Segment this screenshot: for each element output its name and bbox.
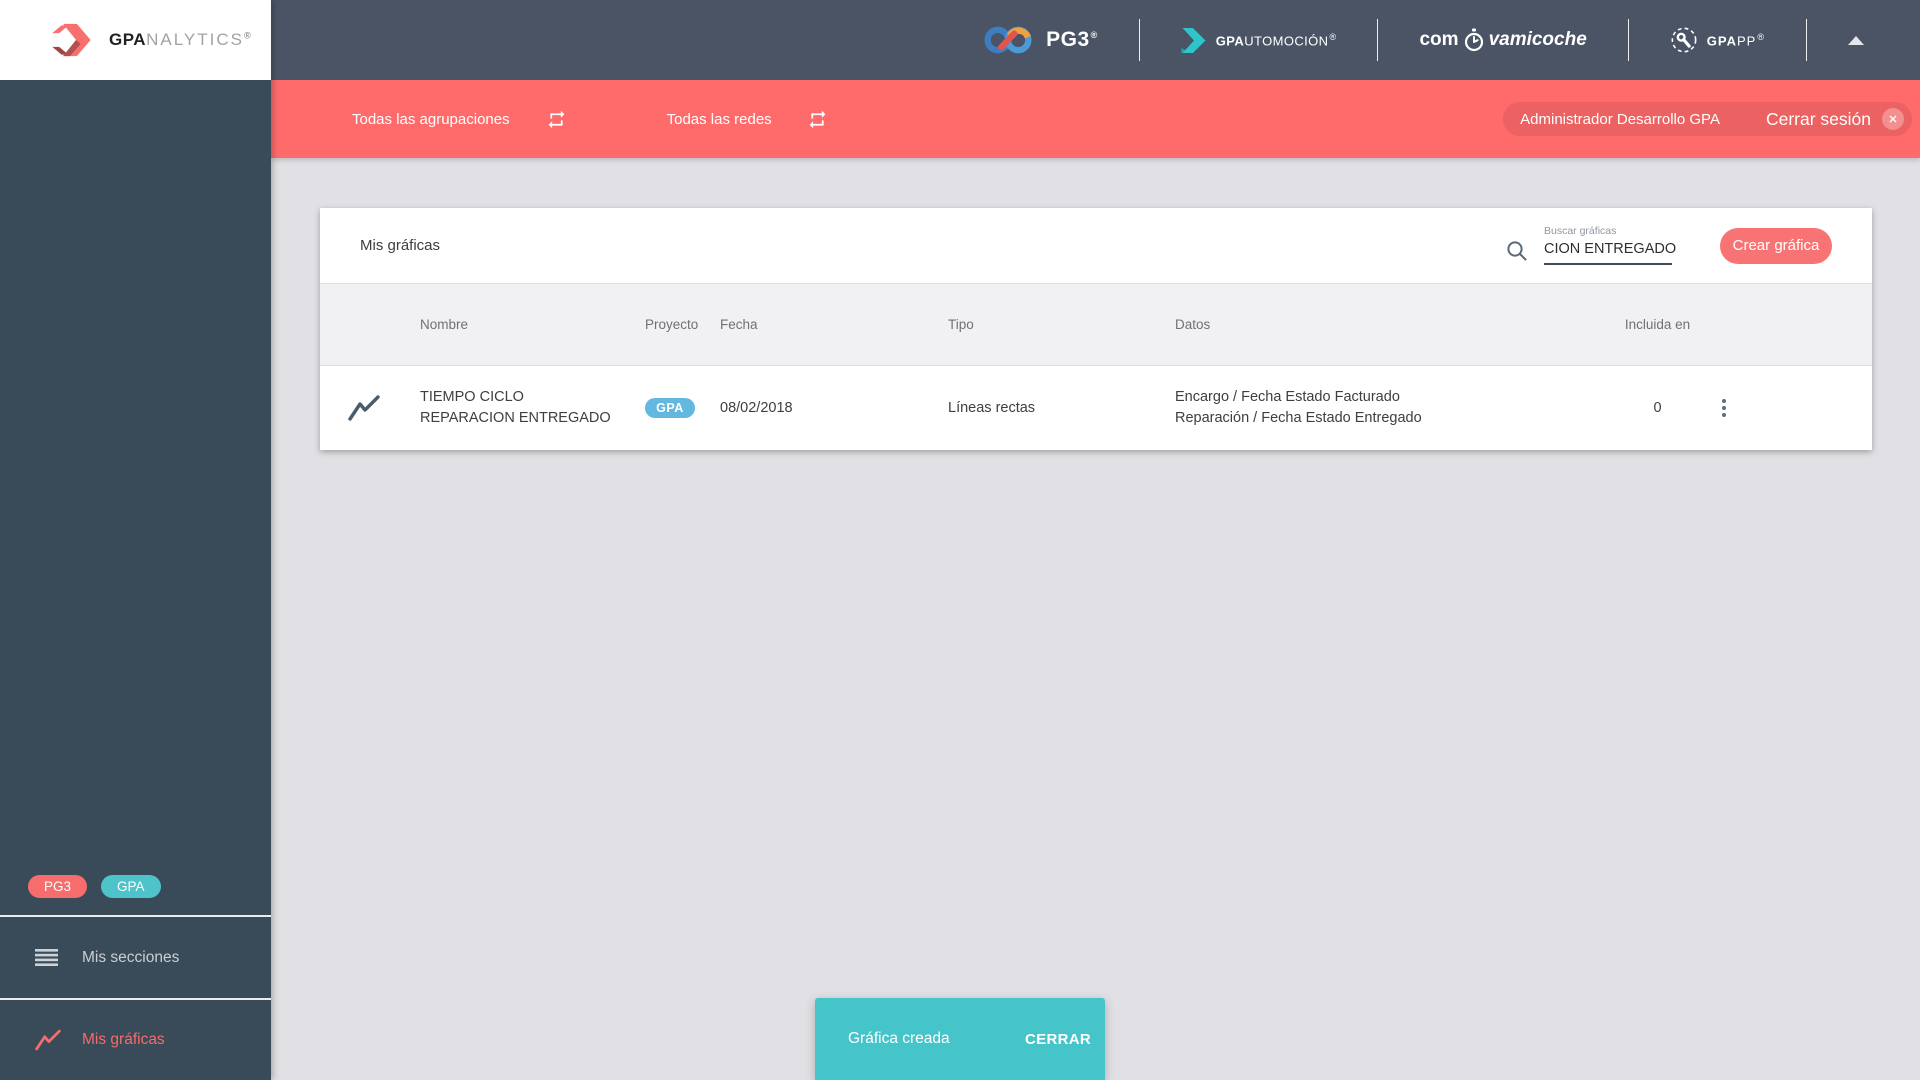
toast-message: Gráfica creada	[848, 1030, 950, 1047]
row-data-line1: Encargo / Fecha Estado Facturado	[1175, 388, 1400, 405]
row-included-cell: 0	[1653, 400, 1662, 416]
page-title: Mis gráficas	[360, 237, 441, 254]
current-user-label: Administrador Desarrollo GPA	[1520, 110, 1720, 128]
row-name-cell: TIEMPO CICLO REPARACION ENTREGADO	[420, 388, 611, 426]
logout-close-icon[interactable]: ✕	[1882, 108, 1904, 130]
gpapp-wordmark: GPAPP®	[1706, 31, 1765, 49]
brand-gpautomocion: GPAUTOMOCIÓN®	[1181, 27, 1337, 53]
sidebar-item-label: Mis gráficas	[82, 1031, 165, 1048]
sidebar-item-mis-secciones[interactable]: Mis secciones	[0, 917, 271, 998]
search-field-label: Buscar gráficas	[1544, 224, 1617, 237]
gpautomocion-arrow-icon	[1181, 27, 1206, 53]
row-actions-cell	[1715, 393, 1872, 423]
brand-gpapp: GPAPP®	[1670, 26, 1765, 54]
col-header-incluida-en: Incluida en	[1624, 317, 1691, 332]
search-icon	[1506, 240, 1528, 262]
row-type-cell	[320, 395, 420, 421]
topbar-divider	[1627, 19, 1629, 61]
gpanalytics-logo: GPANALYTICS®	[0, 0, 271, 80]
card-header-actions: Buscar gráficas CION ENTREGADO Crear grá…	[1506, 225, 1872, 265]
search-input[interactable]: CION ENTREGADO	[1544, 241, 1676, 265]
filter-bar: Todas las agrupaciones Todas las redes A…	[271, 80, 1920, 158]
table-header-row: Nombre Proyecto Fecha Tipo Datos Incluid…	[320, 283, 1872, 366]
toast-close-button[interactable]: CERRAR	[1025, 1031, 1091, 1048]
row-type-label-cell: Líneas rectas	[948, 400, 1036, 416]
col-header-datos: Datos	[1175, 316, 1211, 332]
logout-button[interactable]: Cerrar sesión	[1766, 109, 1871, 130]
gpapp-wrench-icon	[1671, 27, 1697, 53]
table-row[interactable]: TIEMPO CICLO REPARACION ENTREGADO GPA 08…	[320, 366, 1872, 450]
menu-icon	[35, 949, 61, 966]
chip-gpa[interactable]: GPA	[101, 875, 161, 898]
sidebar-item-label: Mis secciones	[82, 948, 180, 966]
comovamicoche-wordmark: com vamicoche	[1419, 28, 1587, 52]
brand-pg3: PG3®	[982, 23, 1098, 57]
col-header-fecha: Fecha	[720, 317, 758, 332]
row-menu-kebab-icon[interactable]	[1716, 393, 1732, 423]
topbar-divider	[1138, 19, 1140, 61]
project-badge: GPA	[645, 398, 695, 418]
swap-networks-icon[interactable]	[807, 109, 828, 130]
brand-comovamicoche: com vamicoche	[1419, 28, 1587, 52]
project-chips: PG3 GPA	[0, 875, 271, 915]
session-pill: Administrador Desarrollo GPA Cerrar sesi…	[1503, 102, 1912, 136]
row-date-cell: 08/02/2018	[720, 400, 793, 416]
sidebar-item-mis-graficas[interactable]: Mis gráficas	[0, 1000, 271, 1080]
row-data-line2: Reparación / Fecha Estado Entregado	[1175, 410, 1422, 426]
topbar-divider	[1377, 19, 1379, 61]
my-charts-card: Mis gráficas Buscar gráficas CION ENTREG…	[320, 208, 1872, 450]
sidebar-bottom: PG3 GPA Mis secciones Mis gráficas	[0, 875, 271, 1080]
col-header-proyecto: Proyecto	[645, 317, 699, 332]
groupings-selector[interactable]: Todas las agrupaciones	[352, 111, 510, 128]
pg3-wordmark: PG3®	[1046, 28, 1098, 51]
search-field: Buscar gráficas CION ENTREGADO	[1544, 225, 1676, 265]
gpautomocion-wordmark: GPAUTOMOCIÓN®	[1215, 31, 1337, 49]
row-project-cell: GPA	[645, 398, 720, 418]
chip-pg3[interactable]: PG3	[28, 875, 88, 898]
top-brand-bar: PG3® GPAUTOMOCIÓN® com vamicoche GPAPP®	[271, 0, 1920, 80]
collapse-topbar-button[interactable]	[1848, 35, 1864, 45]
stopwatch-icon	[1464, 28, 1483, 52]
card-header: Mis gráficas Buscar gráficas CION ENTREG…	[320, 208, 1872, 283]
row-data-cell: Encargo / Fecha Estado Facturado Reparac…	[1175, 387, 1600, 429]
sidebar: GPANALYTICS® PG3 GPA Mis secciones Mis g…	[0, 0, 271, 1080]
toast-notification: Gráfica creada CERRAR	[815, 998, 1105, 1080]
line-chart-icon	[348, 395, 380, 421]
gpanalytics-wordmark: GPANALYTICS®	[109, 30, 252, 49]
chart-line-icon	[35, 1029, 61, 1051]
create-chart-button[interactable]: Crear gráfica	[1720, 227, 1832, 264]
networks-selector[interactable]: Todas las redes	[667, 111, 772, 128]
gpanalytics-arrow-icon	[52, 23, 91, 57]
col-header-nombre: Nombre	[420, 316, 469, 332]
swap-groupings-icon[interactable]	[546, 109, 567, 130]
topbar-divider	[1806, 19, 1807, 61]
col-header-tipo: Tipo	[948, 317, 974, 332]
pg3-infinity-icon	[984, 26, 1032, 54]
